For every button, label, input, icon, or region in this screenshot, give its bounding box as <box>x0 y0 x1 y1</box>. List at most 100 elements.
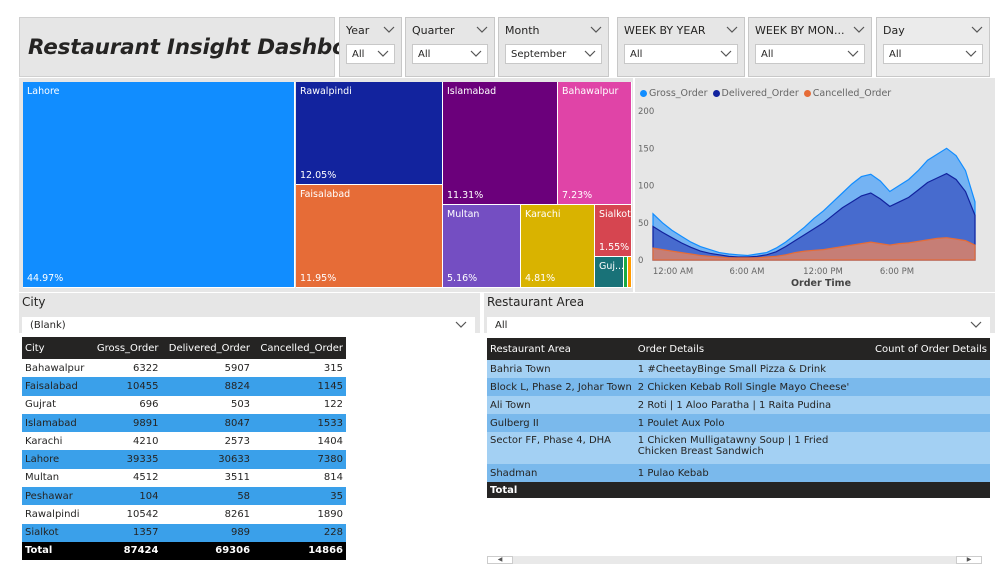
table-row: Lahore 39335 30633 7380 <box>22 450 346 469</box>
table-row: Karachi 4210 2573 1404 <box>22 432 346 451</box>
chevron-down-icon <box>590 26 602 33</box>
table-cell: Islamabad <box>22 413 91 433</box>
table-header-row: City Gross_Order Delivered_Order Cancell… <box>22 337 346 359</box>
horizontal-scrollbar[interactable]: ◀ ▶ <box>487 556 982 564</box>
table-cell: 122 <box>253 395 346 414</box>
area-filter[interactable]: Restaurant Area All <box>484 293 995 333</box>
day-slicer[interactable]: Day All <box>876 17 990 77</box>
table-cell: Shadman <box>487 464 635 482</box>
column-header[interactable]: Order Details <box>634 338 873 360</box>
city-filter[interactable]: City (Blank) <box>19 293 480 333</box>
slicer-dropdown[interactable]: All <box>883 44 983 64</box>
slicer-value: All <box>630 48 643 60</box>
scroll-right-icon[interactable]: ▶ <box>956 556 982 564</box>
tile-percent: 5.16% <box>447 273 478 284</box>
week-by-month-slicer[interactable]: WEEK BY MON... All <box>748 17 872 77</box>
table-cell: Bahria Town <box>487 360 635 378</box>
table-cell: 7380 <box>253 450 346 469</box>
table-cell: 6322 <box>90 359 162 378</box>
chevron-down-icon <box>847 50 859 57</box>
quarter-slicer[interactable]: Quarter All <box>405 17 495 77</box>
slicer-dropdown[interactable]: All <box>412 44 488 64</box>
table-cell: 1 Pulao Kebab <box>634 464 873 482</box>
slicer-label: WEEK BY MON... <box>755 23 845 37</box>
slicer-dropdown[interactable]: All <box>346 44 395 64</box>
table-cell: 2573 <box>161 432 254 451</box>
tile-label: Islamabad <box>447 86 497 97</box>
slicer-dropdown[interactable]: September <box>505 44 602 64</box>
table-cell: Multan <box>22 468 91 488</box>
column-header[interactable]: Count of Order Details <box>872 338 990 360</box>
table-row: Sialkot 1357 989 228 <box>22 523 346 542</box>
column-header[interactable]: Cancelled_Order <box>253 337 346 359</box>
tile-label: Multan <box>447 209 480 220</box>
table-cell: 9891 <box>90 413 162 433</box>
table-cell <box>872 360 990 378</box>
treemap-tile-gujrat[interactable]: Guj... <box>595 257 624 288</box>
slicer-value: All <box>889 48 902 60</box>
chevron-down-icon <box>476 26 488 33</box>
treemap-tile-sialkot[interactable]: Sialkot 1.55% <box>595 205 632 257</box>
treemap-tile-bahawalpur[interactable]: Bahawalpur 7.23% <box>558 82 632 205</box>
table-cell: Gujrat <box>22 395 91 414</box>
y-tick-label: 150 <box>638 144 654 154</box>
year-slicer[interactable]: Year All <box>339 17 402 77</box>
table-cell: 1 Chicken Mulligatawny Soup | 1 Fried Ch… <box>634 432 873 464</box>
week-by-year-slicer[interactable]: WEEK BY YEAR All <box>617 17 745 77</box>
tile-label: Lahore <box>27 86 60 97</box>
total-cell: 14866 <box>253 541 346 560</box>
chevron-down-icon <box>377 50 389 57</box>
treemap-tile-lahore[interactable]: Lahore 44.97% <box>23 82 295 288</box>
slicer-dropdown[interactable]: All <box>624 44 738 64</box>
column-header[interactable]: Restaurant Area <box>487 338 635 360</box>
table-cell: 8261 <box>161 505 254 524</box>
treemap-tile-islamabad[interactable]: Islamabad 11.31% <box>443 82 558 205</box>
x-tick-label: 6:00 AM <box>730 267 765 277</box>
slicer-dropdown[interactable]: All <box>755 44 865 64</box>
treemap-tile-rawalpindi[interactable]: Rawalpindi 12.05% <box>296 82 443 185</box>
y-tick-label: 100 <box>638 182 654 192</box>
table-row: Bahria Town 1 #CheetayBinge Small Pizza &… <box>487 360 990 378</box>
table-cell: 503 <box>161 395 254 414</box>
table-cell <box>872 464 990 482</box>
table-row: Peshawar 104 58 35 <box>22 487 346 506</box>
city-treemap[interactable]: Lahore 44.97% Rawalpindi 12.05% Faisalabad… <box>19 78 633 292</box>
table-cell: 10455 <box>90 377 162 396</box>
tile-percent: 4.81% <box>525 273 556 284</box>
table-cell: Gulberg II <box>487 414 635 432</box>
table-cell: Peshawar <box>22 487 91 506</box>
table-row: Shadman 1 Pulao Kebab <box>487 464 990 482</box>
area-filter-dropdown[interactable]: All <box>487 317 990 333</box>
dashboard-title: Restaurant Insight Dashboard <box>28 34 387 60</box>
month-slicer[interactable]: Month September <box>498 17 609 77</box>
tile-percent: 7.23% <box>562 190 593 201</box>
table-cell: Rawalpindi <box>22 505 91 524</box>
table-cell: Sialkot <box>22 523 91 542</box>
slicer-value: All <box>418 48 431 60</box>
slicer-value: September <box>511 48 567 60</box>
table-row: Multan 4512 3511 814 <box>22 468 346 488</box>
column-header[interactable]: Gross_Order <box>90 337 162 359</box>
chevron-down-icon <box>970 321 982 328</box>
table-cell: 30633 <box>161 450 254 469</box>
chevron-down-icon <box>726 26 738 33</box>
x-axis-title: Order Time <box>791 278 851 289</box>
city-filter-dropdown[interactable]: (Blank) <box>22 317 475 333</box>
table-cell <box>872 378 990 396</box>
treemap-tile-peshawar[interactable] <box>628 257 632 288</box>
column-header[interactable]: Delivered_Order <box>161 337 254 359</box>
x-tick-label: 6:00 PM <box>880 267 914 277</box>
treemap-tile-multan[interactable]: Multan 5.16% <box>443 205 521 288</box>
scroll-left-icon[interactable]: ◀ <box>487 556 513 564</box>
table-cell: 1890 <box>253 505 346 524</box>
treemap-tile-karachi[interactable]: Karachi 4.81% <box>521 205 595 288</box>
chevron-down-icon <box>720 50 732 57</box>
table-cell <box>872 432 990 464</box>
table-cell: Block L, Phase 2, Johar Town <box>487 378 635 396</box>
chevron-down-icon <box>965 50 977 57</box>
treemap-tile-faisalabad[interactable]: Faisalabad 11.95% <box>296 185 443 288</box>
table-cell: 228 <box>253 523 346 542</box>
column-header[interactable]: City <box>22 337 91 359</box>
chevron-down-icon <box>455 321 467 328</box>
table-cell: 696 <box>90 395 162 414</box>
